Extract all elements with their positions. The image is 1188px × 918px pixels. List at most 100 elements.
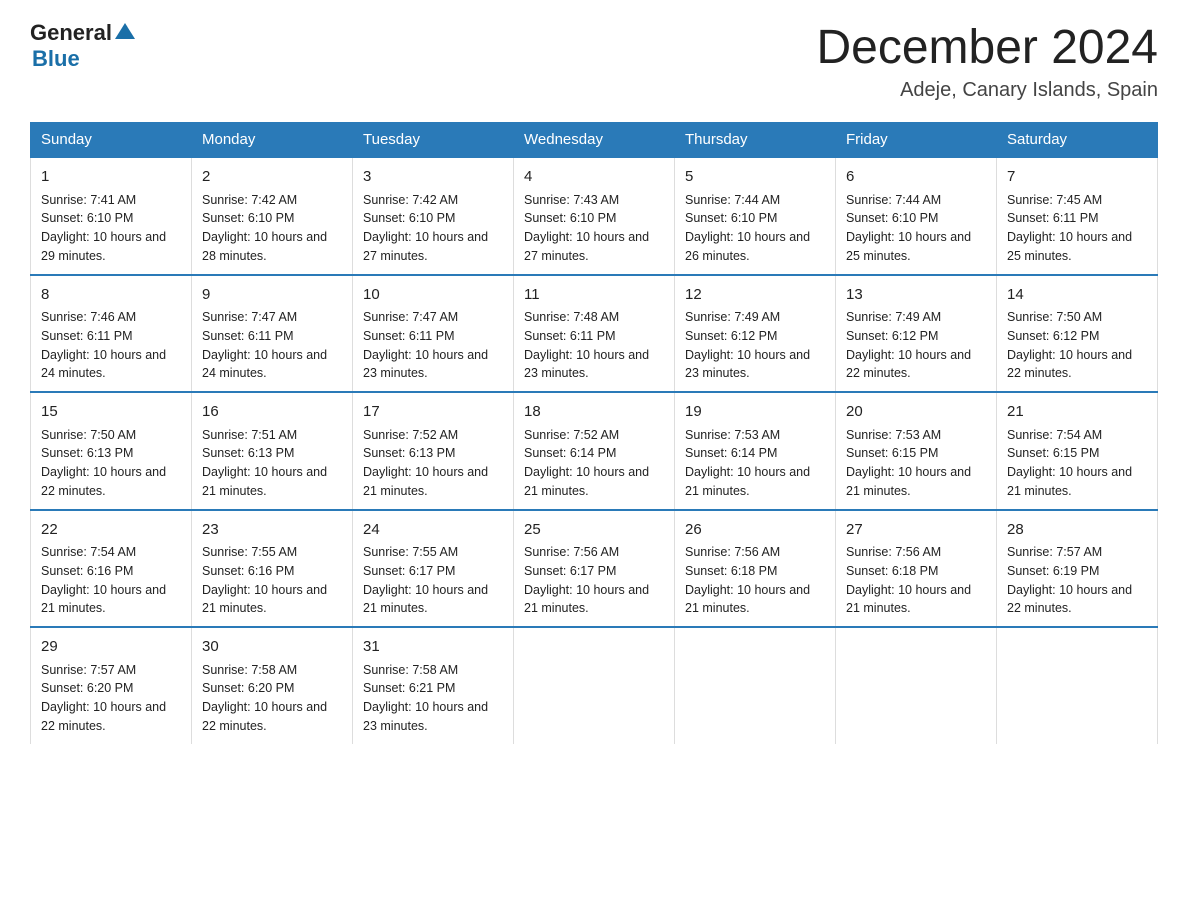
day-info: Sunrise: 7:41 AMSunset: 6:10 PMDaylight:… bbox=[41, 193, 166, 263]
calendar-cell: 8Sunrise: 7:46 AMSunset: 6:11 PMDaylight… bbox=[31, 275, 192, 393]
day-number: 6 bbox=[846, 166, 986, 189]
day-info: Sunrise: 7:56 AMSunset: 6:17 PMDaylight:… bbox=[524, 545, 649, 615]
day-info: Sunrise: 7:52 AMSunset: 6:14 PMDaylight:… bbox=[524, 428, 649, 498]
day-number: 7 bbox=[1007, 166, 1147, 189]
logo-triangle-icon bbox=[115, 21, 135, 41]
day-info: Sunrise: 7:51 AMSunset: 6:13 PMDaylight:… bbox=[202, 428, 327, 498]
day-number: 16 bbox=[202, 401, 342, 424]
day-number: 21 bbox=[1007, 401, 1147, 424]
day-info: Sunrise: 7:47 AMSunset: 6:11 PMDaylight:… bbox=[202, 310, 327, 380]
calendar-cell bbox=[997, 627, 1158, 744]
calendar-cell: 1 Sunrise: 7:41 AMSunset: 6:10 PMDaylight… bbox=[31, 157, 192, 275]
day-info: Sunrise: 7:50 AMSunset: 6:13 PMDaylight:… bbox=[41, 428, 166, 498]
calendar-table: SundayMondayTuesdayWednesdayThursdayFrid… bbox=[30, 122, 1158, 744]
header-saturday: Saturday bbox=[997, 123, 1158, 158]
calendar-cell: 7 Sunrise: 7:45 AMSunset: 6:11 PMDaylight… bbox=[997, 157, 1158, 275]
day-info: Sunrise: 7:45 AMSunset: 6:11 PMDaylight:… bbox=[1007, 193, 1132, 263]
day-number: 5 bbox=[685, 166, 825, 189]
day-number: 31 bbox=[363, 636, 503, 659]
day-number: 13 bbox=[846, 284, 986, 307]
day-info: Sunrise: 7:48 AMSunset: 6:11 PMDaylight:… bbox=[524, 310, 649, 380]
day-info: Sunrise: 7:56 AMSunset: 6:18 PMDaylight:… bbox=[846, 545, 971, 615]
calendar-cell: 6 Sunrise: 7:44 AMSunset: 6:10 PMDaylight… bbox=[836, 157, 997, 275]
calendar-cell: 3Sunrise: 7:42 AMSunset: 6:10 PMDaylight… bbox=[353, 157, 514, 275]
calendar-cell: 21 Sunrise: 7:54 AMSunset: 6:15 PMDayligh… bbox=[997, 392, 1158, 510]
calendar-week-row: 8Sunrise: 7:46 AMSunset: 6:11 PMDaylight… bbox=[31, 275, 1158, 393]
day-number: 15 bbox=[41, 401, 181, 424]
day-info: Sunrise: 7:55 AMSunset: 6:17 PMDaylight:… bbox=[363, 545, 488, 615]
day-number: 17 bbox=[363, 401, 503, 424]
day-info: Sunrise: 7:56 AMSunset: 6:18 PMDaylight:… bbox=[685, 545, 810, 615]
day-info: Sunrise: 7:58 AMSunset: 6:21 PMDaylight:… bbox=[363, 663, 488, 733]
day-number: 1 bbox=[41, 166, 181, 189]
day-number: 25 bbox=[524, 519, 664, 542]
calendar-cell: 23Sunrise: 7:55 AMSunset: 6:16 PMDayligh… bbox=[192, 510, 353, 628]
day-number: 28 bbox=[1007, 519, 1147, 542]
header-thursday: Thursday bbox=[675, 123, 836, 158]
calendar-cell: 12 Sunrise: 7:49 AMSunset: 6:12 PMDayligh… bbox=[675, 275, 836, 393]
day-info: Sunrise: 7:53 AMSunset: 6:15 PMDaylight:… bbox=[846, 428, 971, 498]
day-number: 18 bbox=[524, 401, 664, 424]
day-info: Sunrise: 7:57 AMSunset: 6:20 PMDaylight:… bbox=[41, 663, 166, 733]
day-number: 14 bbox=[1007, 284, 1147, 307]
header-tuesday: Tuesday bbox=[353, 123, 514, 158]
calendar-week-row: 1 Sunrise: 7:41 AMSunset: 6:10 PMDaylight… bbox=[31, 157, 1158, 275]
header-wednesday: Wednesday bbox=[514, 123, 675, 158]
calendar-cell: 31 Sunrise: 7:58 AMSunset: 6:21 PMDayligh… bbox=[353, 627, 514, 744]
calendar-cell: 29 Sunrise: 7:57 AMSunset: 6:20 PMDayligh… bbox=[31, 627, 192, 744]
month-title: December 2024 bbox=[816, 20, 1158, 75]
calendar-cell: 27 Sunrise: 7:56 AMSunset: 6:18 PMDayligh… bbox=[836, 510, 997, 628]
calendar-cell: 14 Sunrise: 7:50 AMSunset: 6:12 PMDayligh… bbox=[997, 275, 1158, 393]
day-number: 26 bbox=[685, 519, 825, 542]
day-info: Sunrise: 7:42 AMSunset: 6:10 PMDaylight:… bbox=[202, 193, 327, 263]
calendar-header-row: SundayMondayTuesdayWednesdayThursdayFrid… bbox=[31, 123, 1158, 158]
calendar-cell: 24 Sunrise: 7:55 AMSunset: 6:17 PMDayligh… bbox=[353, 510, 514, 628]
day-info: Sunrise: 7:43 AMSunset: 6:10 PMDaylight:… bbox=[524, 193, 649, 263]
calendar-cell: 30Sunrise: 7:58 AMSunset: 6:20 PMDayligh… bbox=[192, 627, 353, 744]
calendar-cell bbox=[836, 627, 997, 744]
day-number: 3 bbox=[363, 166, 503, 189]
calendar-cell: 20 Sunrise: 7:53 AMSunset: 6:15 PMDayligh… bbox=[836, 392, 997, 510]
day-info: Sunrise: 7:53 AMSunset: 6:14 PMDaylight:… bbox=[685, 428, 810, 498]
day-number: 30 bbox=[202, 636, 342, 659]
header-sunday: Sunday bbox=[31, 123, 192, 158]
logo-blue: Blue bbox=[30, 46, 135, 72]
day-number: 20 bbox=[846, 401, 986, 424]
day-info: Sunrise: 7:44 AMSunset: 6:10 PMDaylight:… bbox=[685, 193, 810, 263]
calendar-cell: 25 Sunrise: 7:56 AMSunset: 6:17 PMDayligh… bbox=[514, 510, 675, 628]
day-info: Sunrise: 7:55 AMSunset: 6:16 PMDaylight:… bbox=[202, 545, 327, 615]
header-monday: Monday bbox=[192, 123, 353, 158]
calendar-cell: 19 Sunrise: 7:53 AMSunset: 6:14 PMDayligh… bbox=[675, 392, 836, 510]
calendar-cell: 9Sunrise: 7:47 AMSunset: 6:11 PMDaylight… bbox=[192, 275, 353, 393]
calendar-cell bbox=[514, 627, 675, 744]
calendar-week-row: 15 Sunrise: 7:50 AMSunset: 6:13 PMDayligh… bbox=[31, 392, 1158, 510]
calendar-cell: 17 Sunrise: 7:52 AMSunset: 6:13 PMDayligh… bbox=[353, 392, 514, 510]
day-info: Sunrise: 7:50 AMSunset: 6:12 PMDaylight:… bbox=[1007, 310, 1132, 380]
day-info: Sunrise: 7:46 AMSunset: 6:11 PMDaylight:… bbox=[41, 310, 166, 380]
calendar-cell: 26 Sunrise: 7:56 AMSunset: 6:18 PMDayligh… bbox=[675, 510, 836, 628]
calendar-cell: 22Sunrise: 7:54 AMSunset: 6:16 PMDayligh… bbox=[31, 510, 192, 628]
day-info: Sunrise: 7:54 AMSunset: 6:15 PMDaylight:… bbox=[1007, 428, 1132, 498]
header-friday: Friday bbox=[836, 123, 997, 158]
calendar-cell: 16 Sunrise: 7:51 AMSunset: 6:13 PMDayligh… bbox=[192, 392, 353, 510]
day-number: 24 bbox=[363, 519, 503, 542]
calendar-cell: 18 Sunrise: 7:52 AMSunset: 6:14 PMDayligh… bbox=[514, 392, 675, 510]
calendar-cell: 4Sunrise: 7:43 AMSunset: 6:10 PMDaylight… bbox=[514, 157, 675, 275]
day-info: Sunrise: 7:49 AMSunset: 6:12 PMDaylight:… bbox=[685, 310, 810, 380]
day-number: 12 bbox=[685, 284, 825, 307]
day-info: Sunrise: 7:57 AMSunset: 6:19 PMDaylight:… bbox=[1007, 545, 1132, 615]
day-number: 11 bbox=[524, 284, 664, 307]
day-info: Sunrise: 7:52 AMSunset: 6:13 PMDaylight:… bbox=[363, 428, 488, 498]
location-title: Adeje, Canary Islands, Spain bbox=[816, 79, 1158, 102]
calendar-cell: 5 Sunrise: 7:44 AMSunset: 6:10 PMDaylight… bbox=[675, 157, 836, 275]
calendar-cell bbox=[675, 627, 836, 744]
day-number: 27 bbox=[846, 519, 986, 542]
day-number: 10 bbox=[363, 284, 503, 307]
day-info: Sunrise: 7:47 AMSunset: 6:11 PMDaylight:… bbox=[363, 310, 488, 380]
calendar-cell: 15 Sunrise: 7:50 AMSunset: 6:13 PMDayligh… bbox=[31, 392, 192, 510]
day-number: 29 bbox=[41, 636, 181, 659]
day-number: 19 bbox=[685, 401, 825, 424]
day-number: 2 bbox=[202, 166, 342, 189]
day-info: Sunrise: 7:44 AMSunset: 6:10 PMDaylight:… bbox=[846, 193, 971, 263]
calendar-cell: 13Sunrise: 7:49 AMSunset: 6:12 PMDayligh… bbox=[836, 275, 997, 393]
